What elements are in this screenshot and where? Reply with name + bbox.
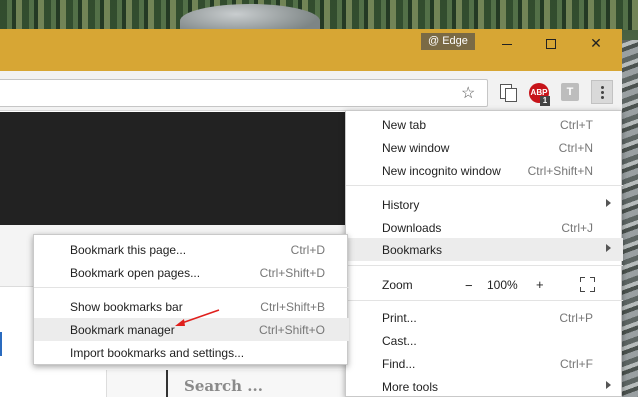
menu-item-label: Print... xyxy=(382,311,417,325)
menu-item-shortcut: Ctrl+P xyxy=(559,311,593,325)
menu-item-label: New window xyxy=(382,141,450,155)
menu-item-shortcut: Ctrl+Shift+N xyxy=(527,164,593,178)
page-side-link[interactable] xyxy=(0,332,3,356)
menu-item-new-tab[interactable]: New tab Ctrl+T xyxy=(346,113,623,136)
browser-toolbar: ☆ ABP 1 T xyxy=(0,71,622,111)
submenu-arrow-icon xyxy=(606,381,611,389)
submenu-arrow-icon xyxy=(606,244,611,252)
menu-item-new-incognito-window[interactable]: New incognito window Ctrl+Shift+N xyxy=(346,159,623,182)
menu-item-cast[interactable]: Cast... xyxy=(346,329,623,352)
submenu-item-bookmark-this-page[interactable]: Bookmark this page... Ctrl+D xyxy=(34,238,349,261)
zoom-level: 100% xyxy=(487,278,518,292)
menu-item-more-tools[interactable]: More tools xyxy=(346,375,623,397)
menu-separator xyxy=(346,300,623,301)
maximize-button[interactable] xyxy=(529,31,573,55)
submenu-item-label: Bookmark this page... xyxy=(70,243,187,257)
submenu-item-label: Bookmark manager xyxy=(70,323,175,337)
site-search-placeholder: Search ... xyxy=(184,377,263,395)
address-bar[interactable]: ☆ xyxy=(0,79,488,107)
submenu-item-shortcut: Ctrl+Shift+D xyxy=(259,266,325,280)
menu-item-find[interactable]: Find... Ctrl+F xyxy=(346,352,623,375)
menu-item-label: History xyxy=(382,198,420,212)
bookmark-star-icon[interactable]: ☆ xyxy=(461,83,475,103)
submenu-arrow-icon xyxy=(606,199,611,207)
close-icon: ✕ xyxy=(590,35,602,51)
reader-extension-icon[interactable] xyxy=(499,83,517,102)
submenu-item-shortcut: Ctrl+Shift+O xyxy=(258,323,325,337)
profile-chip[interactable]: @ Edge xyxy=(421,33,475,50)
site-search-box[interactable]: Search ... xyxy=(166,370,350,397)
title-bar[interactable]: @ Edge ✕ xyxy=(0,29,622,71)
menu-item-label: Find... xyxy=(382,357,416,371)
submenu-item-label: Bookmark open pages... xyxy=(70,266,201,280)
menu-item-bookmarks[interactable]: Bookmarks xyxy=(346,238,623,261)
menu-item-downloads[interactable]: Downloads Ctrl+J xyxy=(346,216,623,239)
submenu-item-import-bookmarks[interactable]: Import bookmarks and settings... xyxy=(34,341,349,364)
more-vertical-icon xyxy=(601,86,604,89)
menu-item-print[interactable]: Print... Ctrl+P xyxy=(346,306,623,329)
submenu-item-bookmark-open-pages[interactable]: Bookmark open pages... Ctrl+Shift+D xyxy=(34,261,349,284)
page-header-banner xyxy=(0,112,350,225)
submenu-item-label: Show bookmarks bar xyxy=(70,300,183,314)
adblock-count-badge: 1 xyxy=(540,96,550,106)
menu-item-label: New incognito window xyxy=(382,164,501,178)
menu-item-label: Zoom xyxy=(382,278,413,292)
submenu-item-shortcut: Ctrl+D xyxy=(290,243,325,257)
menu-item-shortcut: Ctrl+T xyxy=(560,118,593,132)
menu-item-history[interactable]: History xyxy=(346,193,623,216)
bookmarks-submenu: Bookmark this page... Ctrl+D Bookmark op… xyxy=(33,234,349,365)
chrome-menu-button[interactable] xyxy=(591,80,613,104)
fullscreen-icon[interactable] xyxy=(580,277,595,292)
menu-item-label: New tab xyxy=(382,118,427,132)
menu-item-label: More tools xyxy=(382,380,439,394)
menu-separator xyxy=(346,265,623,266)
minimize-icon xyxy=(502,43,512,45)
submenu-separator xyxy=(34,287,349,288)
minimize-button[interactable] xyxy=(485,31,529,55)
submenu-item-shortcut: Ctrl+Shift+B xyxy=(260,300,325,314)
menu-item-shortcut: Ctrl+N xyxy=(558,141,593,155)
chrome-main-menu: New tab Ctrl+T New window Ctrl+N New inc… xyxy=(345,110,623,397)
menu-item-shortcut: Ctrl+F xyxy=(560,357,593,371)
menu-item-label: Bookmarks xyxy=(382,243,443,257)
menu-item-label: Downloads xyxy=(382,221,442,235)
menu-separator xyxy=(346,185,623,186)
adblock-plus-icon[interactable]: ABP 1 xyxy=(529,83,550,106)
close-button[interactable]: ✕ xyxy=(574,31,618,55)
t-extension-icon[interactable]: T xyxy=(561,83,579,101)
menu-item-zoom: Zoom − 100% + xyxy=(346,273,623,296)
menu-item-label: Cast... xyxy=(382,334,417,348)
zoom-in-button[interactable]: + xyxy=(536,277,544,292)
menu-item-shortcut: Ctrl+J xyxy=(561,221,593,235)
menu-item-new-window[interactable]: New window Ctrl+N xyxy=(346,136,623,159)
annotation-arrow-icon xyxy=(175,309,220,326)
submenu-item-label: Import bookmarks and settings... xyxy=(70,346,245,360)
zoom-out-button[interactable]: − xyxy=(465,278,473,293)
maximize-icon xyxy=(546,39,556,50)
